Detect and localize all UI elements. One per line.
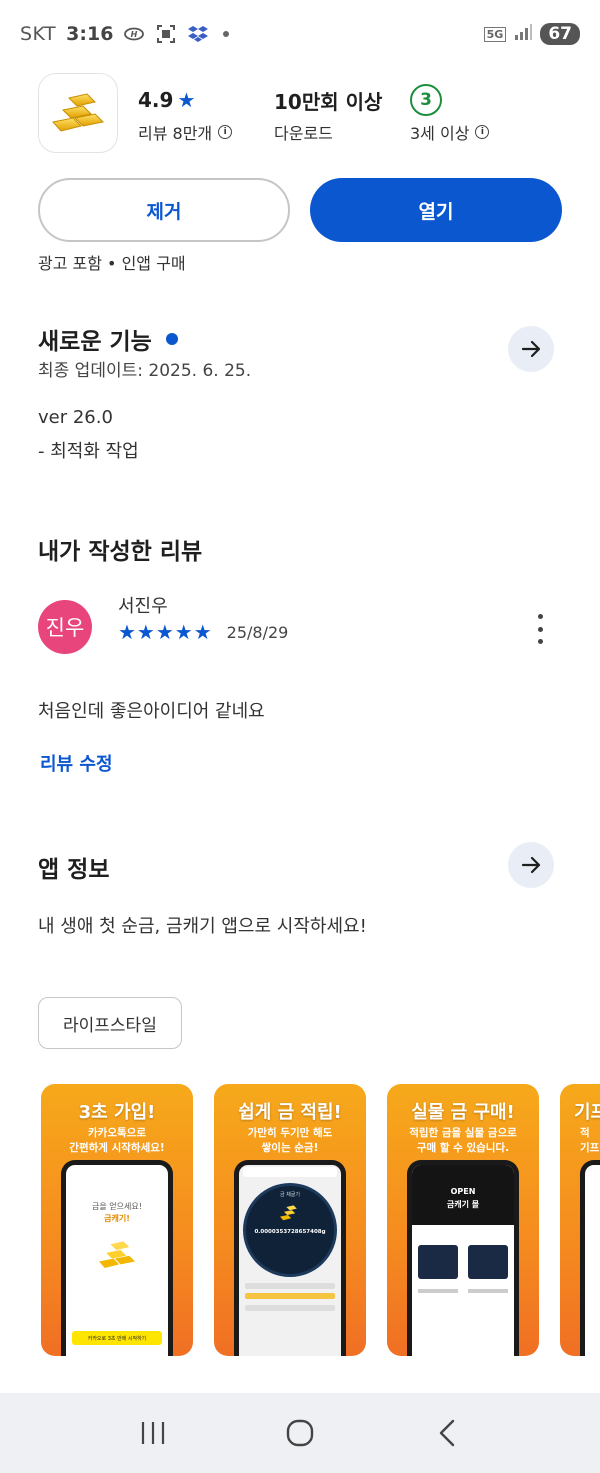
app-header: 4.9 ★ 리뷰 8만개 i 10만회 이상 다운로드 3 3세 이상 i (38, 72, 578, 154)
downloads-stat: 10만회 이상 다운로드 (274, 86, 382, 144)
back-button[interactable] (427, 1413, 467, 1453)
rating-value: 4.9 (138, 88, 174, 112)
scan-icon (155, 24, 177, 44)
app-description: 내 생애 첫 순금, 금캐기 앱으로 시작하세요! (38, 916, 367, 937)
gold-bars-icon (280, 1205, 297, 1221)
screenshot-2[interactable]: 쉽게 금 적립! 가만히 두기만 해도 쌓이는 순금! 금 채굴기 0.0000… (214, 1084, 366, 1356)
clock: 3:16 (66, 23, 114, 45)
review-date: 25/8/29 (226, 622, 289, 642)
screenshot-carousel[interactable]: 3초 가입! 카카오톡으로 간편하게 시작하세요! 금을 얻으세요! 금캐기! … (41, 1084, 600, 1356)
dropbox-icon (187, 24, 209, 44)
whats-new-arrow-button[interactable] (508, 326, 554, 372)
screenshot-subtitle: 가만히 두기만 해도 쌓이는 순금! (247, 1127, 333, 1154)
screenshot-subtitle: 적 기프 (580, 1127, 600, 1154)
car-icon: H (123, 24, 145, 44)
arrow-right-icon (521, 340, 541, 358)
version-text: ver 26.0 (38, 407, 113, 428)
app-icon (38, 73, 118, 153)
notification-dot-icon (223, 31, 230, 37)
whats-new-title[interactable]: 새로운 기능 (38, 322, 178, 356)
phone-screen (585, 1165, 600, 1356)
gold-bars-icon (52, 93, 105, 132)
more-options-icon[interactable] (530, 614, 550, 644)
screenshot-title: 3초 가입! (78, 1102, 156, 1123)
open-button[interactable]: 열기 (310, 178, 562, 242)
category-chip[interactable]: 라이프스타일 (38, 997, 182, 1049)
screenshot-title: 기프 (574, 1102, 600, 1123)
info-icon[interactable]: i (475, 125, 490, 139)
home-button[interactable] (280, 1413, 320, 1453)
avatar: 진우 (38, 600, 92, 654)
phone-mockup: 금 채굴기 0.0000353728657408g (234, 1160, 346, 1356)
my-review-title: 내가 작성한 리뷰 (38, 532, 202, 566)
review-stars: ★★★★★ (118, 620, 213, 644)
new-indicator-dot (165, 333, 178, 345)
release-notes: - 최적화 작업 (38, 441, 139, 462)
last-updated: 최종 업데이트: 2025. 6. 25. (38, 361, 252, 381)
my-review-heading: 내가 작성한 리뷰 (38, 539, 203, 565)
screen-button: 카카오로 3초 만에 시작하기 (72, 1331, 162, 1345)
screenshot-subtitle: 적립한 금을 실물 금으로 구매 할 수 있습니다. (409, 1127, 517, 1154)
status-bar: SKT 3:16 H 5G 67 (0, 0, 600, 68)
downloads-value: 10만회 이상 (274, 89, 383, 114)
back-icon (439, 1419, 454, 1447)
content-rating-stat: 3 3세 이상 i (410, 84, 490, 144)
screenshot-subtitle: 카카오톡으로 간편하게 시작하세요! (69, 1127, 165, 1154)
action-buttons: 제거 열기 (38, 178, 562, 242)
whats-new-heading: 새로운 기능 (38, 329, 152, 355)
phone-mockup: 금을 얻으세요! 금캐기! 카카오로 3초 만에 시작하기 (61, 1160, 173, 1356)
reviewer-name: 서진우 (118, 596, 168, 617)
recent-apps-icon (142, 1422, 165, 1444)
about-title[interactable]: 앱 정보 (38, 850, 110, 884)
screenshot-1[interactable]: 3초 가입! 카카오톡으로 간편하게 시작하세요! 금을 얻으세요! 금캐기! … (41, 1084, 193, 1356)
phone-screen: 금을 얻으세요! 금캐기! 카카오로 3초 만에 시작하기 (66, 1165, 168, 1356)
screenshot-3[interactable]: 실물 금 구매! 적립한 금을 실물 금으로 구매 할 수 있습니다. OPEN… (387, 1084, 539, 1356)
edit-review-link[interactable]: 리뷰 수정 (40, 750, 113, 776)
info-icon[interactable]: i (218, 125, 233, 139)
battery-icon: 67 (540, 23, 580, 45)
banner-open: OPEN (450, 1187, 476, 1196)
banner-name: 금캐기 몰 (446, 1200, 480, 1209)
recent-apps-button[interactable] (133, 1413, 173, 1453)
phone-mockup: OPEN 금캐기 몰 (407, 1160, 519, 1356)
gold-counter: 0.0000353728657408g (254, 1229, 326, 1235)
screenshot-title: 쉽게 금 적립! (238, 1102, 342, 1123)
star-icon: ★ (177, 88, 196, 112)
network-5g-icon: 5G (483, 26, 507, 42)
ads-note: 광고 포함 • 인앱 구매 (38, 254, 186, 273)
phone-screen: 금 채굴기 0.0000353728657408g (239, 1165, 341, 1356)
arrow-right-icon (521, 856, 541, 874)
home-icon (286, 1419, 314, 1447)
review-text: 처음인데 좋은아이디어 같네요 (38, 701, 265, 722)
review-count: 리뷰 8만개 (138, 124, 213, 143)
screenshot-title: 실물 금 구매! (411, 1102, 515, 1123)
review-meta: ★★★★★ 25/8/29 (118, 620, 288, 644)
screen-accent: 금캐기! (104, 1214, 130, 1223)
screenshot-4[interactable]: 기프 적 기프 (560, 1084, 600, 1356)
signal-icon (514, 23, 533, 45)
carrier-label: SKT (20, 23, 57, 45)
screen-label: 금 채굴기 (280, 1192, 300, 1198)
about-heading: 앱 정보 (38, 857, 110, 883)
uninstall-button[interactable]: 제거 (38, 178, 290, 242)
age-rating-label: 3세 이상 (410, 124, 470, 143)
downloads-label: 다운로드 (274, 124, 333, 143)
rating-stat: 4.9 ★ 리뷰 8만개 i (138, 86, 233, 144)
screen-text: 금을 얻으세요! (92, 1202, 142, 1211)
phone-mockup (580, 1160, 600, 1356)
svg-text:H: H (131, 30, 138, 39)
about-arrow-button[interactable] (508, 842, 554, 888)
gold-bars-icon (99, 1241, 135, 1268)
phone-screen: OPEN 금캐기 몰 (412, 1165, 514, 1356)
system-nav-bar (0, 1393, 600, 1473)
age-rating-badge: 3 (410, 84, 442, 116)
